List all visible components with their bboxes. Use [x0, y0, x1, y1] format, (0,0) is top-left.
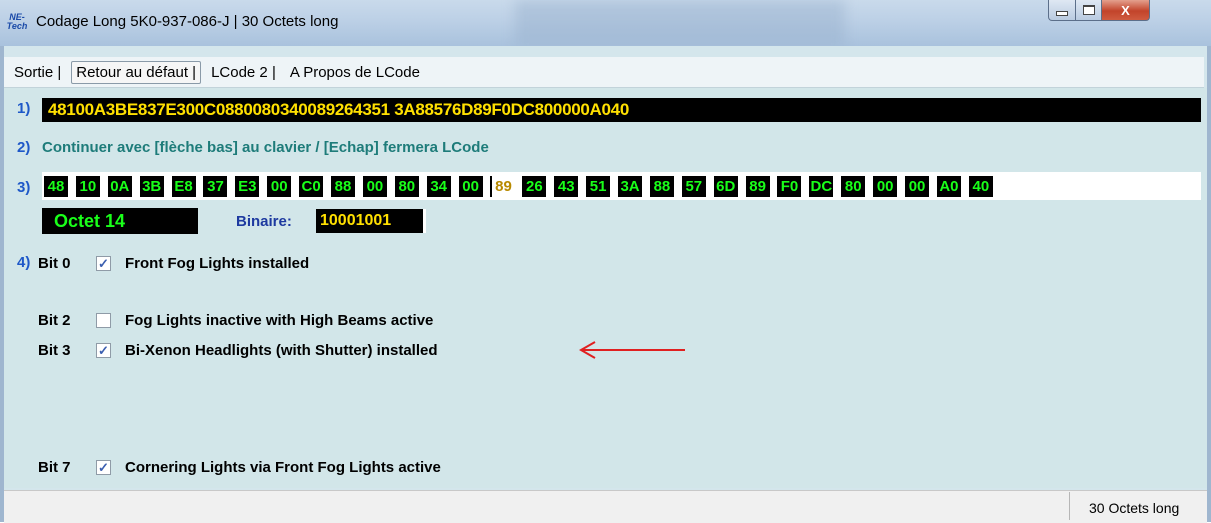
byte-cell[interactable]: 00	[905, 176, 930, 197]
menu-a-propos[interactable]: A Propos de LCode	[286, 61, 424, 84]
byte-cell[interactable]: 26	[522, 176, 547, 197]
title-bar: NE- Tech Codage Long 5K0-937-086-J | 30 …	[0, 0, 1211, 46]
checkmark-icon: ✓	[98, 460, 109, 475]
byte-cell[interactable]: 3A	[618, 176, 643, 197]
bit-row-7: Bit 7 ✓ Cornering Lights via Front Fog L…	[38, 459, 441, 476]
bit-7-checkbox[interactable]: ✓	[96, 460, 111, 475]
byte-cell[interactable]: C0	[299, 176, 324, 197]
checkmark-icon: ✓	[98, 343, 109, 358]
bit-row-3: Bit 3 ✓ Bi-Xenon Headlights (with Shutte…	[38, 342, 438, 359]
bit-name: Bit 0	[38, 255, 71, 272]
maximize-button[interactable]	[1076, 0, 1102, 21]
byte-cell[interactable]: E8	[171, 176, 196, 197]
byte-cell[interactable]: 88	[331, 176, 356, 197]
byte-cell-selected[interactable]: 89	[490, 176, 515, 197]
left-arrow-icon	[579, 341, 685, 359]
byte-cell[interactable]: 37	[203, 176, 228, 197]
status-bar	[4, 490, 1207, 523]
bit-name: Bit 7	[38, 459, 71, 476]
byte-cell[interactable]: 6D	[713, 176, 738, 197]
byte-cell[interactable]: 00	[873, 176, 898, 197]
hex-coding-field[interactable]: 48100A3BE837E300C0880080340089264351 3A8…	[42, 98, 1201, 122]
byte-cell[interactable]: 48	[44, 176, 68, 197]
close-button[interactable]: X	[1102, 0, 1150, 21]
bit-3-checkbox[interactable]: ✓	[96, 343, 111, 358]
menu-bar: Sortie | Retour au défaut | LCode 2 | A …	[4, 57, 1204, 88]
window-controls: X	[1048, 0, 1150, 21]
byte-cell[interactable]: 89	[745, 176, 770, 197]
byte-cell[interactable]: 40	[968, 176, 993, 197]
bit-name: Bit 2	[38, 312, 71, 329]
byte-strip: 48 10 0A 3B E8 37 E3 00 C0 88 00 80 34 00 89 26 43 51 3A 88…	[44, 176, 1001, 198]
bit-2-checkbox[interactable]	[96, 313, 111, 328]
byte-cell[interactable]: 00	[267, 176, 292, 197]
menu-lcode2[interactable]: LCode 2 |	[207, 61, 280, 84]
menu-sortie[interactable]: Sortie |	[10, 61, 65, 84]
byte-cell[interactable]: 57	[681, 176, 706, 197]
app-logo-text-bottom: Tech	[6, 21, 28, 31]
menu-retour-defaut[interactable]: Retour au défaut |	[71, 60, 202, 84]
byte-cell[interactable]: DC	[809, 176, 834, 197]
byte-cell[interactable]: 10	[75, 176, 100, 197]
status-divider	[1069, 492, 1070, 520]
bit-row-2: Bit 2 Fog Lights inactive with High Beam…	[38, 312, 433, 329]
byte-cell[interactable]: 80	[841, 176, 866, 197]
window-title: Codage Long 5K0-937-086-J | 30 Octets lo…	[36, 13, 339, 30]
checkmark-icon: ✓	[98, 256, 109, 271]
byte-cell[interactable]: A0	[936, 176, 961, 197]
instruction-text: Continuer avec [flèche bas] au clavier /…	[42, 139, 489, 156]
close-icon: X	[1121, 2, 1130, 18]
bit-0-checkbox[interactable]: ✓	[96, 256, 111, 271]
byte-cell[interactable]: 80	[394, 176, 419, 197]
minimize-icon	[1056, 10, 1068, 16]
app-logo-icon[interactable]: NE- Tech	[6, 11, 28, 33]
section-2-number: 2)	[17, 139, 31, 156]
byte-cell[interactable]: 3B	[139, 176, 164, 197]
minimize-button[interactable]	[1048, 0, 1076, 21]
section-3-number: 3)	[17, 179, 31, 196]
status-text: 30 Octets long	[1089, 500, 1180, 516]
maximize-icon	[1082, 5, 1095, 15]
bit-row-0: Bit 0 ✓ Front Fog Lights installed	[38, 255, 309, 272]
bit-label: Fog Lights inactive with High Beams acti…	[125, 312, 434, 329]
binary-value: 10001001	[316, 209, 426, 233]
byte-cell[interactable]: 88	[649, 176, 674, 197]
bit-label: Bi-Xenon Headlights (with Shutter) insta…	[125, 342, 438, 359]
byte-cell[interactable]: 0A	[107, 176, 132, 197]
byte-cell[interactable]: 51	[586, 176, 611, 197]
section-4-number: 4)	[17, 254, 31, 271]
binary-label: Binaire:	[236, 213, 292, 230]
octet-indicator: Octet 14	[42, 208, 198, 234]
byte-cell[interactable]: 34	[426, 176, 451, 197]
bit-name: Bit 3	[38, 342, 71, 359]
byte-cell[interactable]: F0	[777, 176, 802, 197]
background-blur	[515, 0, 845, 46]
byte-cell[interactable]: E3	[235, 176, 260, 197]
bit-label: Cornering Lights via Front Fog Lights ac…	[125, 459, 441, 476]
bit-label: Front Fog Lights installed	[125, 255, 310, 272]
section-1-number: 1)	[17, 100, 31, 117]
byte-cell[interactable]: 00	[362, 176, 387, 197]
byte-cell[interactable]: 00	[458, 176, 483, 197]
byte-cell[interactable]: 43	[554, 176, 579, 197]
